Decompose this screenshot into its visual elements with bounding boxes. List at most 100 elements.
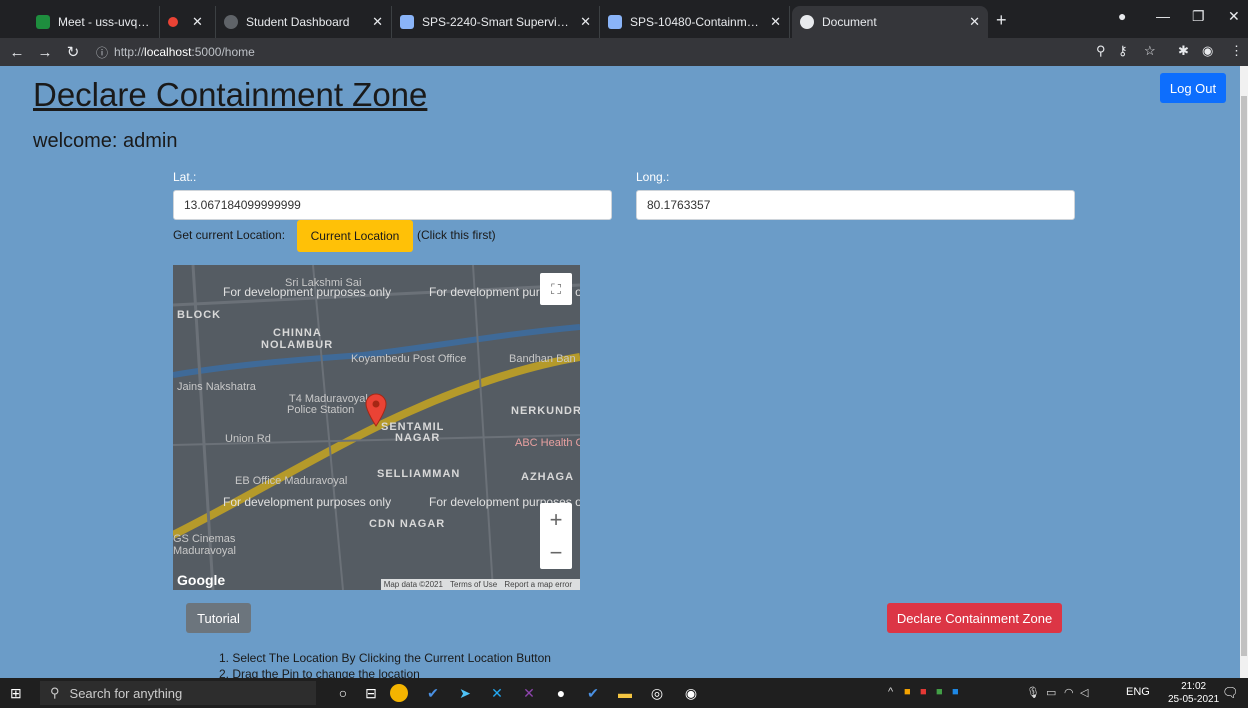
- windows-start-icon[interactable]: ⊞: [10, 685, 22, 702]
- forward-icon[interactable]: →: [34, 44, 56, 61]
- todo-icon[interactable]: ✔: [424, 684, 442, 702]
- tab-title: SPS-10480-Containment zone Al: [630, 15, 764, 29]
- tab-sps-10480[interactable]: SPS-10480-Containment zone Al ✕: [600, 6, 790, 38]
- tray-app-icon[interactable]: ■: [904, 686, 911, 698]
- place-label: NOLAMBUR: [261, 339, 334, 351]
- dev-notice: For development purposes only: [223, 495, 392, 509]
- place-label: Maduravoyal: [173, 545, 236, 557]
- map-attribution: Map data ©2021 Terms of Use Report a map…: [380, 579, 580, 590]
- task-view-icon[interactable]: ⊟: [362, 684, 380, 702]
- battery-icon[interactable]: ▭: [1046, 686, 1056, 699]
- scrollbar[interactable]: [1240, 66, 1248, 678]
- tab-recording[interactable]: ✕: [160, 6, 216, 38]
- app-icon[interactable]: ✔: [584, 684, 602, 702]
- long-label: Long.:: [636, 170, 670, 184]
- tab-title: Meet - uss-uvqp-efc: [58, 15, 151, 29]
- tab-document[interactable]: Document ✕: [792, 6, 988, 38]
- map-pin-icon[interactable]: [365, 393, 387, 427]
- reload-icon[interactable]: ↻: [62, 43, 84, 61]
- map-data-label: Map data ©2021: [383, 580, 443, 589]
- terms-link[interactable]: Terms of Use: [450, 580, 497, 589]
- place-label: AZHAGA: [521, 471, 575, 483]
- tab-meet[interactable]: Meet - uss-uvqp-efc: [28, 6, 160, 38]
- maximize-button[interactable]: ❐: [1192, 8, 1205, 25]
- tray-app-icon[interactable]: ■: [952, 686, 959, 698]
- key-icon[interactable]: ⚷: [1118, 43, 1128, 59]
- clock-time: 21:02: [1181, 681, 1207, 692]
- lat-input[interactable]: [173, 190, 612, 220]
- fullscreen-button[interactable]: ⛶: [540, 273, 572, 305]
- url-field[interactable]: ⓘ http://localhost:5000/home: [96, 42, 255, 62]
- menu-icon[interactable]: ⋮: [1230, 43, 1243, 59]
- close-icon[interactable]: ✕: [969, 14, 980, 30]
- current-location-button[interactable]: Current Location: [297, 220, 413, 252]
- new-tab-button[interactable]: +: [996, 10, 1007, 31]
- star-icon[interactable]: ☆: [1144, 43, 1156, 59]
- tab-student-dashboard[interactable]: Student Dashboard ✕: [216, 6, 392, 38]
- notification-icon[interactable]: 🗨: [1222, 685, 1239, 701]
- back-icon[interactable]: ←: [6, 44, 28, 61]
- profile-icon[interactable]: ●: [1118, 8, 1126, 24]
- clock[interactable]: 21:02 25-05-2021: [1168, 680, 1219, 706]
- jira-icon: [608, 15, 622, 29]
- volume-icon[interactable]: ◁: [1080, 686, 1088, 699]
- cortana-icon[interactable]: ○: [334, 684, 352, 702]
- welcome-text: welcome: admin: [33, 130, 178, 152]
- language-indicator[interactable]: ENG: [1126, 686, 1150, 698]
- info-icon: ⓘ: [96, 45, 109, 60]
- flutter-icon[interactable]: ➤: [456, 684, 474, 702]
- close-icon[interactable]: ✕: [192, 14, 203, 30]
- google-logo: Google: [177, 572, 226, 588]
- vscode-icon[interactable]: ✕: [488, 684, 506, 702]
- report-error-link[interactable]: Report a map error: [504, 580, 572, 589]
- recording-icon: [168, 17, 178, 27]
- zoom-in-button[interactable]: +: [540, 503, 572, 536]
- wifi-icon[interactable]: ◠: [1064, 686, 1074, 699]
- place-label: Bandhan Ban: [509, 353, 576, 365]
- place-label: Police Station: [287, 404, 355, 416]
- close-icon[interactable]: ✕: [770, 14, 781, 30]
- place-label: EB Office Maduravoyal: [235, 475, 348, 487]
- declare-zone-button[interactable]: Declare Containment Zone: [887, 603, 1062, 633]
- page-content: Declare Containment Zone welcome: admin …: [0, 66, 1240, 681]
- file-explorer-icon[interactable]: ▬: [616, 684, 634, 702]
- tab-sps-2240[interactable]: SPS-2240-Smart Supervisor for H ✕: [392, 6, 600, 38]
- logout-button[interactable]: Log Out: [1160, 73, 1226, 103]
- click-first-note: (Click this first): [417, 228, 496, 242]
- app-icon[interactable]: ◎: [648, 684, 666, 702]
- extensions-icon[interactable]: ✱: [1178, 43, 1189, 59]
- meet-icon: [36, 15, 50, 29]
- zoom-out-button[interactable]: −: [540, 536, 572, 569]
- get-current-label: Get current Location:: [173, 228, 286, 242]
- close-icon[interactable]: ✕: [580, 14, 591, 30]
- close-window-button[interactable]: ✕: [1228, 8, 1240, 25]
- long-input[interactable]: [636, 190, 1075, 220]
- scrollbar-thumb[interactable]: [1241, 96, 1247, 656]
- place-label: Koyambedu Post Office: [351, 353, 467, 365]
- address-bar-row: ← → ↻ ⓘ http://localhost:5000/home ⚲ ⚷ ☆…: [0, 38, 1248, 66]
- tutorial-button[interactable]: Tutorial: [186, 603, 251, 633]
- zoom-control: + −: [540, 503, 572, 569]
- tray-chevron-icon[interactable]: ^: [888, 686, 893, 698]
- mic-icon[interactable]: 🎙: [1026, 686, 1040, 699]
- place-label: Jains Nakshatra: [177, 381, 256, 393]
- minimize-button[interactable]: —: [1156, 8, 1170, 24]
- location-icon[interactable]: ⚲: [1096, 43, 1106, 59]
- tray-app-icon[interactable]: ■: [936, 686, 943, 698]
- github-icon[interactable]: ◉: [682, 684, 700, 702]
- avatar[interactable]: ◉: [1202, 43, 1213, 59]
- tab-title: Document: [822, 15, 877, 29]
- visual-studio-icon[interactable]: ✕: [520, 684, 538, 702]
- place-label: NAGAR: [395, 432, 441, 444]
- map[interactable]: Sri Lakshmi Sai BLOCK CHINNA NOLAMBUR Ko…: [173, 265, 580, 590]
- tray-app-icon[interactable]: ■: [920, 686, 927, 698]
- close-icon[interactable]: ✕: [372, 14, 383, 30]
- taskbar-search[interactable]: ⚲ Search for anything: [40, 681, 316, 705]
- url-prefix: http://: [114, 45, 145, 59]
- dev-notice: For development purposes only: [223, 285, 392, 299]
- jira-icon: [400, 15, 414, 29]
- chrome-icon[interactable]: [390, 684, 408, 702]
- tab-title: SPS-2240-Smart Supervisor for H: [422, 15, 574, 29]
- app-icon[interactable]: ●: [552, 684, 570, 702]
- browser-tab-strip: Meet - uss-uvqp-efc ✕ Student Dashboard …: [0, 0, 1248, 38]
